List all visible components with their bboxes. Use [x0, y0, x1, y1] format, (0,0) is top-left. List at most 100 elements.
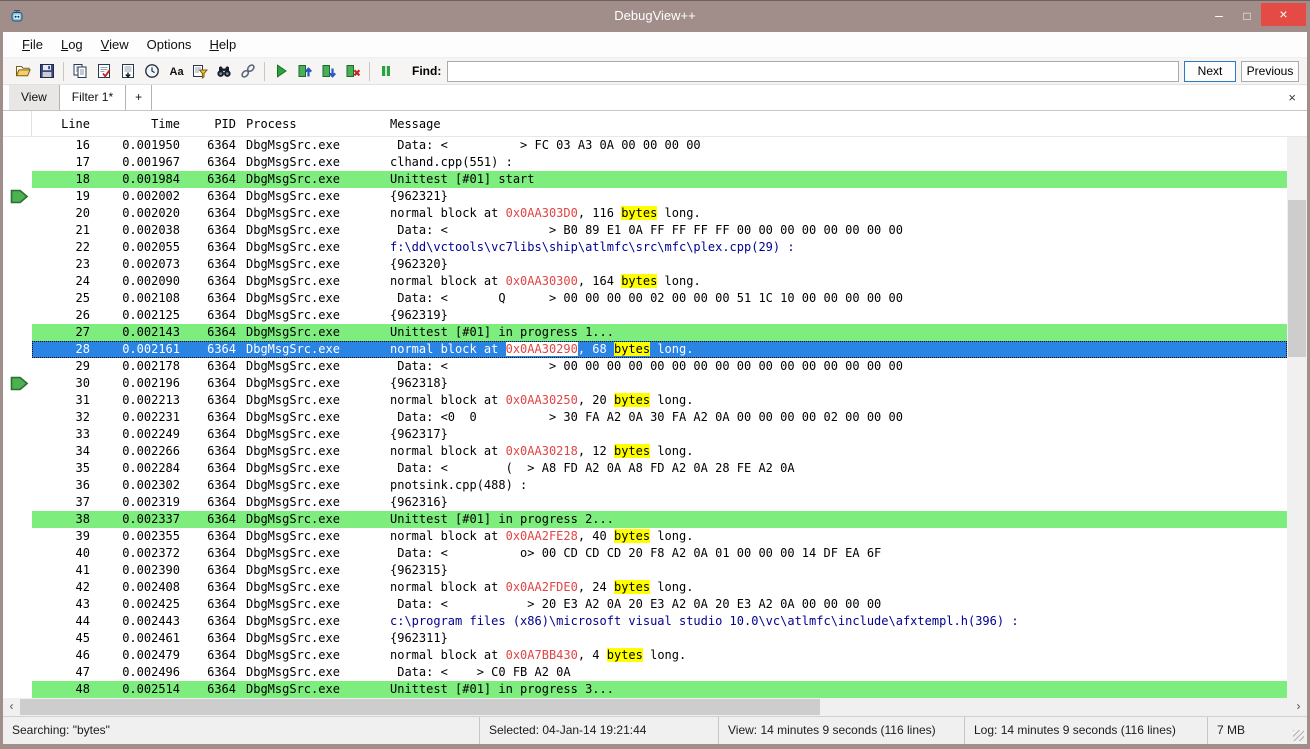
- table-row[interactable]: 410.0023906364DbgMsgSrc.exe{962315}: [3, 562, 1287, 579]
- column-header-line[interactable]: Line: [32, 117, 90, 131]
- time-button[interactable]: [140, 59, 164, 83]
- cell-time: 0.002408: [90, 579, 180, 596]
- clear-button[interactable]: [92, 59, 116, 83]
- table-row[interactable]: 370.0023196364DbgMsgSrc.exe{962316}: [3, 494, 1287, 511]
- tab-add[interactable]: +: [126, 85, 152, 110]
- previous-button[interactable]: Previous: [1241, 61, 1299, 82]
- table-row[interactable]: 440.0024436364DbgMsgSrc.exec:\program fi…: [3, 613, 1287, 630]
- horizontal-scrollbar[interactable]: ‹ ›: [3, 698, 1307, 716]
- cell-process: DbgMsgSrc.exe: [236, 290, 388, 307]
- row-body: 450.0024616364DbgMsgSrc.exe{962311}: [32, 630, 1287, 647]
- row-gutter: [3, 205, 32, 222]
- table-row[interactable]: 210.0020386364DbgMsgSrc.exe Data: < > B0…: [3, 222, 1287, 239]
- column-header-pid[interactable]: PID: [180, 117, 236, 131]
- scroll-right-arrow-icon[interactable]: ›: [1290, 698, 1307, 716]
- table-row[interactable]: 400.0023726364DbgMsgSrc.exe Data: < o> 0…: [3, 545, 1287, 562]
- table-row[interactable]: 190.0020026364DbgMsgSrc.exe{962321}: [3, 188, 1287, 205]
- maximize-button[interactable]: □: [1233, 5, 1261, 27]
- table-row[interactable]: 290.0021786364DbgMsgSrc.exe Data: < > 00…: [3, 358, 1287, 375]
- cell-pid: 6364: [180, 205, 236, 222]
- link-button[interactable]: [236, 59, 260, 83]
- cell-time: 0.002108: [90, 290, 180, 307]
- pause-icon: [378, 63, 394, 79]
- find-button[interactable]: [212, 59, 236, 83]
- autoscroll-button[interactable]: [116, 59, 140, 83]
- row-gutter: [3, 171, 32, 188]
- row-body: 300.0021966364DbgMsgSrc.exe{962318}: [32, 375, 1287, 392]
- row-body: 170.0019676364DbgMsgSrc.execlhand.cpp(55…: [32, 154, 1287, 171]
- table-row[interactable]: 270.0021436364DbgMsgSrc.exeUnittest [#01…: [3, 324, 1287, 341]
- table-row[interactable]: 320.0022316364DbgMsgSrc.exe Data: <0 0 >…: [3, 409, 1287, 426]
- row-gutter: [3, 511, 32, 528]
- row-gutter: [3, 562, 32, 579]
- scroll-left-arrow-icon[interactable]: ‹: [3, 698, 20, 716]
- table-row[interactable]: 280.0021616364DbgMsgSrc.exenormal block …: [3, 341, 1287, 358]
- vertical-scrollbar[interactable]: [1287, 137, 1307, 698]
- save-button[interactable]: [35, 59, 59, 83]
- table-row[interactable]: 230.0020736364DbgMsgSrc.exe{962320}: [3, 256, 1287, 273]
- table-row[interactable]: 240.0020906364DbgMsgSrc.exenormal block …: [3, 273, 1287, 290]
- menu-item-options[interactable]: Options: [138, 32, 201, 58]
- table-row[interactable]: 350.0022846364DbgMsgSrc.exe Data: < ( > …: [3, 460, 1287, 477]
- table-row[interactable]: 330.0022496364DbgMsgSrc.exe{962317}: [3, 426, 1287, 443]
- bookmark-down-button[interactable]: [317, 59, 341, 83]
- next-button[interactable]: Next: [1184, 61, 1236, 82]
- cell-pid: 6364: [180, 409, 236, 426]
- table-row[interactable]: 310.0022136364DbgMsgSrc.exenormal block …: [3, 392, 1287, 409]
- table-row[interactable]: 260.0021256364DbgMsgSrc.exe{962319}: [3, 307, 1287, 324]
- table-row[interactable]: 380.0023376364DbgMsgSrc.exeUnittest [#01…: [3, 511, 1287, 528]
- table-row[interactable]: 430.0024256364DbgMsgSrc.exe Data: < > 20…: [3, 596, 1287, 613]
- cell-time: 0.002390: [90, 562, 180, 579]
- filter-icon: [192, 63, 208, 79]
- menu-item-file[interactable]: File: [13, 32, 52, 58]
- table-row[interactable]: 420.0024086364DbgMsgSrc.exenormal block …: [3, 579, 1287, 596]
- find-label: Find:: [412, 64, 441, 78]
- cell-line: 20: [32, 205, 90, 222]
- column-header-process[interactable]: Process: [236, 117, 388, 131]
- column-header-message[interactable]: Message: [388, 117, 1307, 131]
- tab-close-icon[interactable]: ×: [1288, 91, 1296, 104]
- find-input[interactable]: [447, 61, 1179, 82]
- horizontal-scrollbar-thumb[interactable]: [20, 699, 820, 715]
- pause-button[interactable]: [374, 59, 398, 83]
- table-row[interactable]: 180.0019846364DbgMsgSrc.exeUnittest [#01…: [3, 171, 1287, 188]
- cell-message: clhand.cpp(551) :: [388, 154, 1287, 171]
- copy-button[interactable]: [68, 59, 92, 83]
- font-button[interactable]: Aa: [164, 59, 188, 83]
- run-button[interactable]: [269, 59, 293, 83]
- table-row[interactable]: 360.0023026364DbgMsgSrc.exepnotsink.cpp(…: [3, 477, 1287, 494]
- table-row[interactable]: 170.0019676364DbgMsgSrc.execlhand.cpp(55…: [3, 154, 1287, 171]
- filter-button[interactable]: [188, 59, 212, 83]
- column-header-time[interactable]: Time: [90, 117, 180, 131]
- row-body: 200.0020206364DbgMsgSrc.exenormal block …: [32, 205, 1287, 222]
- close-button[interactable]: ×: [1261, 3, 1306, 26]
- table-row[interactable]: 300.0021966364DbgMsgSrc.exe{962318}: [3, 375, 1287, 392]
- menu-item-help[interactable]: Help: [200, 32, 245, 58]
- row-body: 280.0021616364DbgMsgSrc.exenormal block …: [32, 341, 1287, 358]
- cell-time: 0.002372: [90, 545, 180, 562]
- bookmark-up-button[interactable]: [293, 59, 317, 83]
- table-row[interactable]: 200.0020206364DbgMsgSrc.exenormal block …: [3, 205, 1287, 222]
- cell-line: 23: [32, 256, 90, 273]
- bookmark-remove-button[interactable]: [341, 59, 365, 83]
- minimize-button[interactable]: –: [1205, 5, 1233, 27]
- table-row[interactable]: 450.0024616364DbgMsgSrc.exe{962311}: [3, 630, 1287, 647]
- table-row[interactable]: 390.0023556364DbgMsgSrc.exenormal block …: [3, 528, 1287, 545]
- table-row[interactable]: 460.0024796364DbgMsgSrc.exenormal block …: [3, 647, 1287, 664]
- table-row[interactable]: 250.0021086364DbgMsgSrc.exe Data: < Q > …: [3, 290, 1287, 307]
- cell-message: Unittest [#01] in progress 1...: [388, 324, 1287, 341]
- table-row[interactable]: 340.0022666364DbgMsgSrc.exenormal block …: [3, 443, 1287, 460]
- open-button[interactable]: [11, 59, 35, 83]
- table-row[interactable]: 160.0019506364DbgMsgSrc.exe Data: < > FC…: [3, 137, 1287, 154]
- table-row[interactable]: 480.0025146364DbgMsgSrc.exeUnittest [#01…: [3, 681, 1287, 698]
- menu-item-view[interactable]: View: [92, 32, 138, 58]
- tab-view[interactable]: View: [9, 85, 60, 110]
- menu-item-log[interactable]: Log: [52, 32, 92, 58]
- vertical-scrollbar-thumb[interactable]: [1288, 200, 1306, 357]
- resize-grip[interactable]: [1293, 730, 1304, 741]
- table-row[interactable]: 220.0020556364DbgMsgSrc.exef:\dd\vctools…: [3, 239, 1287, 256]
- tab-filter-1-[interactable]: Filter 1*: [60, 85, 126, 110]
- row-gutter: [3, 494, 32, 511]
- row-body: 410.0023906364DbgMsgSrc.exe{962315}: [32, 562, 1287, 579]
- table-row[interactable]: 470.0024966364DbgMsgSrc.exe Data: < > C0…: [3, 664, 1287, 681]
